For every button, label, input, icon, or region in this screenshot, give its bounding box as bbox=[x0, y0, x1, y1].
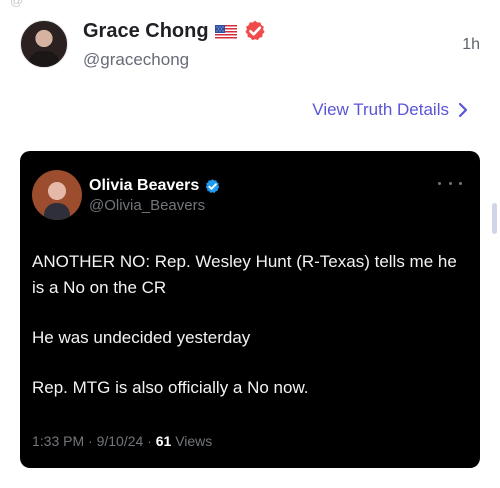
embedded-post-paragraph: He was undecided yesterday bbox=[32, 328, 251, 347]
author-block: Grace Chong @gracechong bbox=[83, 18, 403, 72]
embedded-post-time-date: 1:33 PM · 9/10/24 · bbox=[32, 433, 156, 449]
us-flag-icon bbox=[214, 24, 237, 40]
top-cutoff-text: @ bbox=[10, 0, 24, 8]
author-avatar[interactable] bbox=[20, 20, 68, 68]
verified-icon bbox=[243, 19, 267, 43]
embedded-post-card[interactable]: Olivia Beavers @Olivia_Beavers ANOTHER N… bbox=[20, 151, 480, 468]
scrollbar-thumb[interactable] bbox=[492, 203, 497, 234]
embedded-post-meta: 1:33 PM · 9/10/24 · 61 Views bbox=[32, 433, 212, 449]
embedded-post-paragraph: Rep. MTG is also officially a No now. bbox=[32, 378, 309, 397]
author-handle[interactable]: @gracechong bbox=[83, 50, 403, 70]
embedded-post-paragraph: ANOTHER NO: Rep. Wesley Hunt (R-Texas) t… bbox=[32, 252, 457, 297]
embedded-author-name[interactable]: Olivia Beavers bbox=[89, 177, 199, 195]
post-timestamp: 1h bbox=[462, 36, 480, 53]
verified-icon bbox=[204, 178, 221, 195]
author-name[interactable]: Grace Chong bbox=[83, 20, 209, 43]
view-truth-details-link[interactable]: View Truth Details bbox=[312, 100, 469, 120]
truth-post-screen: @ Grace Chong @gracechong 1h View Truth … bbox=[0, 0, 500, 488]
embedded-author-handle[interactable]: @Olivia_Beavers bbox=[89, 197, 389, 214]
more-dot bbox=[448, 181, 452, 185]
embedded-post-views-count: 61 bbox=[155, 433, 172, 449]
embedded-post-body: ANOTHER NO: Rep. Wesley Hunt (R-Texas) t… bbox=[32, 249, 468, 425]
more-icon[interactable] bbox=[438, 175, 462, 191]
embedded-author-line: Olivia Beavers bbox=[89, 175, 389, 197]
more-dot bbox=[438, 181, 441, 185]
view-truth-details-label: View Truth Details bbox=[312, 100, 449, 119]
more-dot bbox=[459, 181, 462, 185]
embedded-author-avatar[interactable] bbox=[32, 170, 82, 220]
embedded-author-block: Olivia Beavers @Olivia_Beavers bbox=[89, 175, 389, 214]
chevron-right-icon bbox=[457, 102, 469, 118]
post-header: Grace Chong @gracechong 1h bbox=[20, 18, 480, 78]
embedded-post-views-label: Views bbox=[175, 433, 213, 449]
author-line: Grace Chong bbox=[83, 18, 403, 44]
